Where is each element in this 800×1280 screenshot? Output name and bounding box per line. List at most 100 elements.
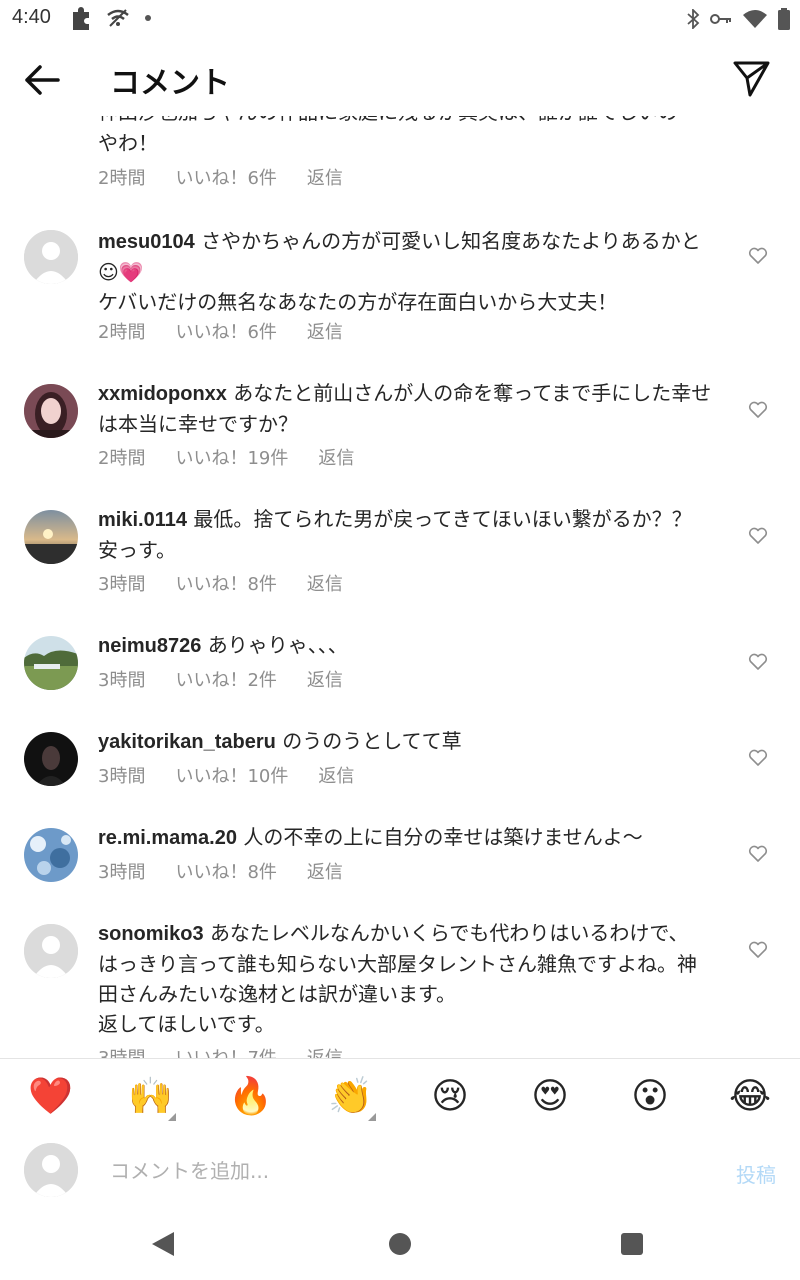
comment-time: 3時間 (98, 1044, 145, 1058)
comment-likes[interactable]: いいね！6件 (175, 318, 276, 344)
comment-time: 2時間 (98, 322, 146, 343)
comment-username[interactable]: yakitorikan_taberu (98, 731, 276, 753)
reply-button[interactable]: 返信 (318, 762, 354, 788)
reaction-crying-button[interactable]: 😢 (428, 1075, 472, 1119)
default-avatar-icon (24, 924, 78, 978)
post-button[interactable]: 投稿 (736, 1159, 776, 1188)
comment-text-line: はっきり言って誰も知らない大部屋タレントさん雑魚ですよね。神 (98, 952, 697, 976)
avatar[interactable] (24, 924, 78, 978)
page-title: コメント (110, 66, 230, 101)
reaction-heart-button[interactable]: ❤️ (28, 1075, 73, 1119)
comment-text: 最低。捨てられた男が戻ってきてほいほい繋がるか？？ (193, 507, 692, 531)
reply-button[interactable]: 返信 (307, 570, 343, 596)
comment-username[interactable]: mesu0104 (98, 231, 195, 253)
comment-time: 3時間 (98, 574, 146, 595)
comment-meta: 3時間 いいね！2件 返信 (98, 666, 373, 692)
avatar[interactable] (24, 828, 78, 882)
header: コメント (0, 40, 800, 116)
back-arrow-icon (25, 65, 60, 95)
comment-likes[interactable]: いいね！19件 (175, 444, 288, 470)
comment-text-line: 田さんみたいな逸材とは訳が違います。 (98, 982, 456, 1006)
avatar[interactable] (24, 732, 78, 786)
reply-button[interactable]: 返信 (307, 1044, 343, 1058)
user-avatar-photo (24, 828, 78, 882)
comment-text-line: は本当に幸せですか？ (98, 412, 298, 436)
reaction-surprised-button[interactable]: 😮 (628, 1075, 672, 1119)
heart-outline-icon[interactable] (748, 246, 768, 266)
default-avatar-icon (24, 230, 78, 284)
comment-text: 人の不幸の上に自分の幸せは築けませんよ〜 (243, 825, 643, 849)
heart-outline-icon[interactable] (748, 940, 768, 960)
comment-text: やわ！ (98, 131, 158, 155)
comment-text: のうのうとしてて草 (282, 729, 462, 753)
my-avatar (24, 1143, 78, 1197)
comment-username[interactable]: sonomiko3 (98, 923, 204, 945)
nav-recents-icon[interactable] (621, 1233, 643, 1255)
comment-meta: 3時間 いいね！7件 返信 (98, 1044, 373, 1058)
nav-back-icon[interactable] (152, 1232, 174, 1256)
status-bar: 4:40 (0, 0, 800, 38)
comment-username[interactable]: neimu8726 (98, 635, 201, 657)
heart-outline-icon[interactable] (748, 400, 768, 420)
comment-meta: 3時間 いいね！8件 返信 (98, 858, 373, 884)
reaction-fire-button[interactable]: 🔥 (228, 1075, 273, 1119)
dot-icon (145, 15, 151, 21)
comment-meta: 2時間 いいね！6件 返信 (98, 318, 373, 344)
avatar[interactable] (24, 510, 78, 564)
comment-text-line: 安っす。 (98, 538, 176, 562)
reaction-clapping-button[interactable]: 👏 (328, 1075, 376, 1121)
back-button[interactable] (22, 62, 62, 98)
comment-time: 2時間 (98, 168, 146, 189)
comment-text-line: ケバいだけの無名なあなたの方が存在面白いから大丈夫！ (98, 290, 618, 314)
variant-indicator-icon (368, 1113, 376, 1121)
heart-outline-icon[interactable] (748, 652, 768, 672)
comment-text-line: 返してほしいです。 (98, 1012, 275, 1036)
comment-time: 2時間 (98, 448, 146, 469)
avatar[interactable] (24, 636, 78, 690)
comment-input[interactable] (108, 1153, 712, 1189)
heart-outline-icon[interactable] (748, 526, 768, 546)
comment-text: さやかちゃんの方が可愛いし知名度あなたよりあるかと (201, 229, 701, 253)
status-time: 4:40 (12, 6, 51, 28)
comment-username[interactable]: miki.0114 (98, 509, 187, 531)
reply-button[interactable]: 返信 (307, 858, 343, 884)
variant-indicator-icon (168, 1113, 176, 1121)
comment-likes[interactable]: いいね！2件 (175, 666, 276, 692)
avatar[interactable] (24, 230, 78, 284)
comment-likes[interactable]: いいね！10件 (175, 762, 288, 788)
comment-time: 3時間 (98, 766, 146, 787)
battery-icon (778, 8, 790, 30)
paper-plane-icon (733, 61, 770, 97)
default-avatar-icon (24, 1143, 78, 1197)
heart-outline-icon[interactable] (748, 844, 768, 864)
heart-outline-icon[interactable] (748, 748, 768, 768)
reply-button[interactable]: 返信 (307, 666, 343, 692)
comment-meta: 2時間 いいね！6件 返信 (98, 164, 373, 190)
comment-likes[interactable]: いいね！8件 (175, 570, 276, 596)
comment-emoji: ☺💗 (98, 260, 144, 284)
comment-likes[interactable]: いいね！6件 (175, 164, 276, 190)
reaction-laughing-button[interactable]: 😂 (728, 1075, 772, 1119)
reply-button[interactable]: 返信 (307, 164, 343, 190)
user-avatar-photo (24, 510, 78, 564)
reaction-heart-eyes-button[interactable]: 😍 (528, 1075, 572, 1119)
bluetooth-icon (687, 9, 700, 29)
emoji-reaction-bar: ❤️ 🙌 🔥 👏 😢 😍 😮 😂 (0, 1058, 800, 1134)
comment-time: 3時間 (98, 862, 146, 883)
reply-button[interactable]: 返信 (307, 318, 343, 344)
comment-likes[interactable]: いいね！8件 (175, 858, 276, 884)
share-button[interactable] (732, 58, 772, 98)
comment-composer: 投稿 (0, 1133, 800, 1209)
comment-username[interactable]: xxmidoponxx (98, 383, 227, 405)
nav-home-icon[interactable] (389, 1233, 411, 1255)
comments-list[interactable]: 神田沙也加ちゃんの作品に家庭に残るか真実は、誰か誰でしいの やわ！ 2時間 いい… (0, 96, 800, 1058)
comment-text: ありゃりゃ、、、 (207, 633, 348, 657)
wifi-signal-icon (743, 10, 767, 28)
comment-likes[interactable]: いいね！7件 (175, 1044, 276, 1058)
comment-username[interactable]: re.mi.mama.20 (98, 827, 237, 849)
reply-button[interactable]: 返信 (318, 444, 354, 470)
avatar[interactable] (24, 384, 78, 438)
reaction-raising-hands-button[interactable]: 🙌 (128, 1075, 176, 1121)
comment-text: あなたレベルなんかいくらでも代わりはいるわけで、 (209, 921, 689, 945)
comment-meta: 2時間 いいね！19件 返信 (98, 444, 384, 470)
